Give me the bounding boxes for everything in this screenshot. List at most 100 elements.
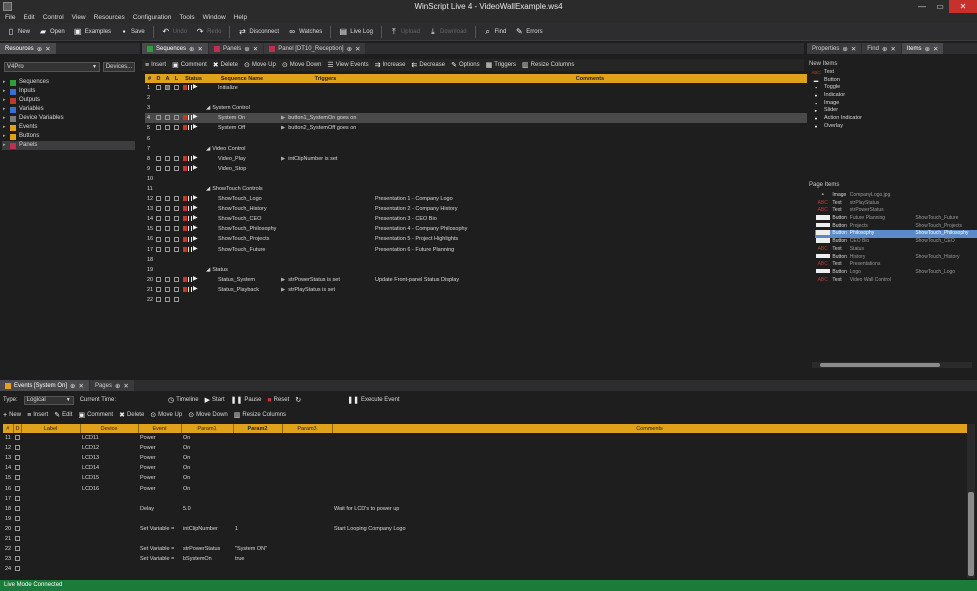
play-icon[interactable]: ▶ — [193, 124, 198, 130]
edit-button[interactable]: ✎ Edit — [54, 411, 72, 419]
status-controls[interactable]: ▶ — [183, 114, 198, 121]
play-icon[interactable]: ▶ — [193, 225, 198, 231]
table-row[interactable]: 15 LCD15 Power On — [3, 473, 967, 483]
new-item-action-indicator[interactable]: ● Action Indicator — [807, 115, 977, 123]
expand-icon[interactable]: ▸ — [3, 96, 6, 105]
download-button[interactable]: ⤓ Download — [426, 25, 470, 39]
column-header[interactable]: Triggers — [278, 74, 373, 83]
watches-button[interactable]: ∞ Watches — [285, 25, 325, 39]
column-header[interactable]: D — [13, 424, 22, 433]
insert-button[interactable]: ≡ Insert — [27, 412, 48, 419]
resource-device-variables[interactable]: ▸ Device Variables — [2, 114, 135, 123]
events-vscrollbar[interactable] — [967, 424, 975, 578]
page-item[interactable]: ABC Text Presentations — [815, 261, 977, 269]
column-header[interactable]: L — [172, 74, 181, 83]
checkbox[interactable] — [174, 276, 179, 282]
table-row[interactable]: 15 ▶ ShowTouch_Philosophy Presentation 4 - … — [145, 224, 807, 234]
checkbox[interactable] — [156, 297, 161, 303]
stop-icon[interactable] — [183, 286, 187, 292]
checkbox[interactable] — [165, 155, 170, 161]
event-type-select[interactable]: Logical ▼ — [23, 395, 74, 405]
pause-icon[interactable] — [188, 226, 192, 232]
checkbox[interactable] — [174, 125, 179, 131]
menu-file[interactable]: File — [5, 13, 15, 23]
close-icon[interactable]: ✕ — [253, 45, 258, 53]
close-icon[interactable]: ✕ — [45, 45, 50, 53]
table-row[interactable]: 12 ▶ ShowTouch_Logo Presentation 1 - Compan… — [145, 194, 807, 204]
checkbox[interactable] — [165, 286, 170, 292]
expand-icon[interactable]: ▸ — [3, 141, 6, 150]
checkbox[interactable] — [174, 226, 179, 232]
open-button[interactable]: ▰ Open — [36, 25, 68, 39]
scroll-thumb[interactable] — [968, 492, 974, 576]
checkbox[interactable] — [156, 216, 161, 222]
delete-button[interactable]: ✖ Delete — [213, 61, 238, 69]
column-header[interactable]: Param1 — [181, 424, 234, 433]
tab-items[interactable]: Items ⊕ ✕ — [901, 43, 944, 54]
table-row[interactable]: 16 LCD16 Power On — [3, 483, 967, 493]
table-row[interactable]: 1 ▶ Initialize — [145, 83, 807, 93]
checkbox[interactable] — [15, 445, 20, 451]
column-header[interactable]: Param3 — [282, 424, 333, 433]
play-icon[interactable]: ▶ — [193, 215, 198, 221]
reset-time-button[interactable]: ↻ — [295, 396, 301, 404]
table-row[interactable]: 20 ▶ Status_System ▶ strPowerStatus is set Up… — [145, 275, 807, 285]
page-item[interactable]: ABC Text strPowerStatus — [815, 207, 977, 215]
status-controls[interactable]: ▶ — [183, 195, 198, 202]
menu-resources[interactable]: Resources — [94, 13, 125, 23]
group-expand-icon[interactable]: ◢ — [206, 186, 210, 192]
table-row[interactable]: 22 Set Variable = strPowerStatus "System ON… — [3, 544, 967, 554]
column-header[interactable]: Comments — [332, 424, 968, 433]
trigger-arrow-icon[interactable]: ▶ — [281, 277, 285, 283]
stop-icon[interactable] — [183, 155, 187, 161]
status-controls[interactable]: ▶ — [183, 155, 198, 161]
resource-panels[interactable]: ▸ Panels — [2, 141, 135, 150]
stop-icon[interactable] — [183, 276, 187, 282]
checkbox[interactable] — [165, 125, 170, 131]
checkbox[interactable] — [156, 206, 161, 212]
pause-icon[interactable] — [188, 165, 192, 171]
new-item-slider[interactable]: ▸ Slider — [807, 107, 977, 115]
view-events-button[interactable]: ☰ View Events — [327, 61, 368, 69]
checkbox[interactable] — [15, 485, 20, 491]
checkbox[interactable] — [165, 236, 170, 242]
resize-columns-button[interactable]: ▥ Resize Columns — [522, 61, 574, 69]
checkbox[interactable] — [15, 566, 20, 572]
expand-icon[interactable]: ▸ — [3, 87, 6, 96]
checkbox[interactable] — [174, 155, 179, 161]
checkbox[interactable] — [156, 246, 161, 252]
tab-properties[interactable]: Properties ⊕ ✕ — [807, 43, 862, 54]
play-icon[interactable]: ▶ — [193, 286, 198, 292]
save-button[interactable]: ▪ Save — [117, 25, 148, 39]
pin-icon[interactable]: ⊕ — [37, 45, 42, 53]
menu-window[interactable]: Window — [203, 13, 226, 23]
checkbox[interactable] — [174, 246, 179, 252]
start-button[interactable]: ▶ Start — [205, 396, 225, 404]
column-header[interactable]: Status — [181, 74, 206, 83]
redo-button[interactable]: ↷ Redo — [193, 25, 224, 39]
play-icon[interactable]: ▶ — [193, 84, 198, 90]
checkbox[interactable] — [15, 556, 20, 562]
checkbox[interactable] — [156, 165, 161, 171]
new-item-indicator[interactable]: ● Indicator — [807, 92, 977, 100]
checkbox[interactable] — [165, 246, 170, 252]
play-icon[interactable]: ▶ — [193, 195, 198, 201]
resource-buttons[interactable]: ▸ Buttons — [2, 132, 135, 141]
expand-icon[interactable]: ▸ — [3, 114, 6, 123]
pause-icon[interactable] — [188, 85, 192, 91]
page-item[interactable]: Button CEO Bio ShowTouch_CEO — [815, 238, 977, 246]
status-controls[interactable]: ▶ — [183, 246, 198, 252]
table-row[interactable]: 17 ▶ ShowTouch_Future Presentation 6 - Futu… — [145, 245, 807, 255]
pin-icon[interactable]: ⊕ — [925, 45, 930, 53]
table-row[interactable]: 7 ◢ Video Control — [145, 144, 807, 154]
checkbox[interactable] — [15, 435, 20, 441]
stop-icon[interactable] — [183, 196, 187, 202]
table-row[interactable]: 8 ▶ Video_Play ▶ intClipNumber is set — [145, 154, 807, 164]
pause-icon[interactable] — [188, 155, 192, 161]
checkbox[interactable] — [165, 276, 170, 282]
scroll-thumb[interactable] — [820, 363, 940, 367]
live-log-button[interactable]: ▤ Live Log — [336, 25, 376, 39]
checkbox[interactable] — [165, 206, 170, 212]
table-row[interactable]: 19 ◢ Status — [145, 265, 807, 275]
move-up-button[interactable]: ⊙ Move Up — [244, 61, 276, 69]
